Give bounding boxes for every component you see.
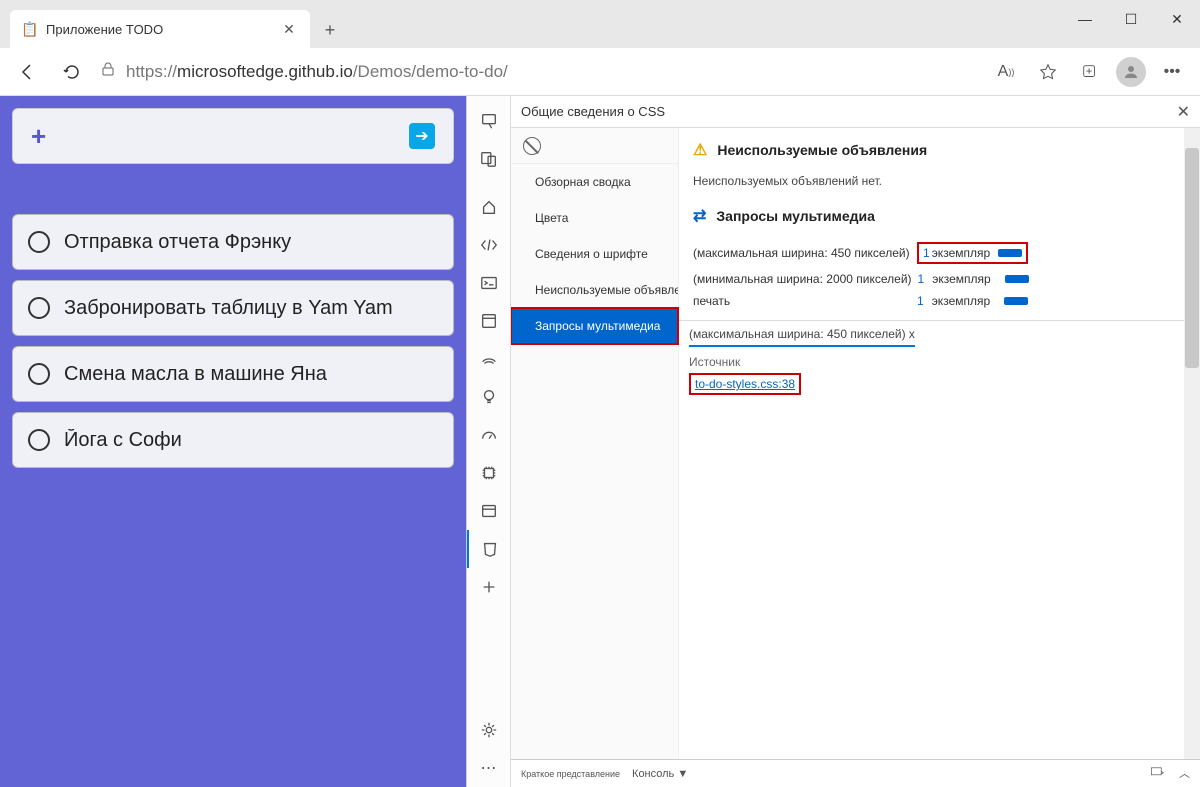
media-query-row[interactable]: печать 1 экземпляр — [693, 294, 1186, 308]
close-panel-icon[interactable]: ✕ — [1177, 102, 1190, 122]
memory-icon[interactable] — [467, 454, 511, 492]
todo-checkbox[interactable] — [28, 297, 50, 319]
sources-icon[interactable] — [467, 302, 511, 340]
new-tab-button[interactable]: + — [314, 14, 346, 46]
todo-item[interactable]: Смена масла в машине Яна — [12, 346, 454, 402]
todo-label: Йога с Софи — [64, 429, 182, 452]
mq-count: 1 — [918, 272, 925, 286]
application-icon[interactable] — [467, 492, 511, 530]
back-button[interactable] — [12, 56, 44, 88]
panel-title: Общие сведения о CSS — [521, 104, 665, 119]
add-icon[interactable]: + — [31, 121, 46, 152]
drawer-console-tab[interactable]: Консоль ▼ — [632, 768, 688, 780]
favorite-button[interactable] — [1032, 56, 1064, 88]
inspect-icon[interactable] — [467, 102, 511, 140]
unused-header: Неиспользуемые объявления — [717, 142, 927, 158]
mq-inst: экземпляр — [932, 272, 990, 286]
lock-icon — [100, 61, 116, 82]
tab-title: Приложение TODO — [46, 22, 272, 37]
collections-button[interactable] — [1074, 56, 1106, 88]
bar-icon — [1005, 275, 1029, 283]
detail-tab[interactable]: (максимальная ширина: 450 пикселей) x — [689, 327, 915, 347]
todo-app: + ➔ Отправка отчета Фрэнку Забронировать… — [0, 96, 466, 787]
mq-inst: экземпляр — [932, 294, 990, 308]
add-todo-row: + ➔ — [12, 108, 454, 164]
clear-icon — [523, 137, 541, 155]
todo-checkbox[interactable] — [28, 429, 50, 451]
mq-label: печать — [693, 294, 911, 308]
minimize-button[interactable]: ― — [1062, 0, 1108, 38]
add-tool-icon[interactable] — [467, 568, 511, 606]
nav-unused[interactable]: Неиспользуемые объявления — [511, 272, 678, 308]
media-query-row[interactable]: (минимальная ширина: 2000 пикселей) 1 экз… — [693, 272, 1186, 286]
scrollbar-thumb[interactable] — [1185, 148, 1199, 368]
bar-icon — [1004, 297, 1028, 305]
elements-icon[interactable] — [467, 226, 511, 264]
more-tools-icon[interactable]: ⋯ — [467, 749, 511, 787]
highlight-box: 1экземпляр — [917, 242, 1028, 264]
console-icon[interactable] — [467, 264, 511, 302]
css-overview-nav: Обзорная сводка Цвета Сведения о шрифте … — [511, 128, 679, 759]
media-header: Запросы мультимедиа — [716, 208, 875, 224]
todo-item[interactable]: Отправка отчета Фрэнку — [12, 214, 454, 270]
address-bar[interactable]: https://microsoftedge.github.io/Demos/de… — [100, 61, 978, 82]
drawer-label: Краткое представление — [521, 769, 620, 779]
todo-checkbox[interactable] — [28, 231, 50, 253]
todo-item[interactable]: Забронировать таблицу в Yam Yam — [12, 280, 454, 336]
refresh-button[interactable] — [56, 56, 88, 88]
nav-fonts[interactable]: Сведения о шрифте — [511, 236, 678, 272]
profile-avatar[interactable] — [1116, 57, 1146, 87]
todo-label: Отправка отчета Фрэнку — [64, 231, 291, 254]
maximize-button[interactable]: ☐ — [1108, 0, 1154, 38]
settings-icon[interactable] — [467, 711, 511, 749]
warning-icon: ⚠ — [693, 140, 707, 160]
more-button[interactable]: ••• — [1156, 56, 1188, 88]
collapse-drawer-icon[interactable]: ︿ — [1179, 765, 1190, 782]
url-text: https://microsoftedge.github.io/Demos/de… — [126, 62, 508, 82]
css-overview-detail: ⚠ Неиспользуемые объявления Неиспользуемы… — [679, 128, 1200, 759]
nav-media-queries[interactable]: Запросы мультимедиа — [511, 308, 678, 344]
performance-icon[interactable] — [467, 416, 511, 454]
todo-label: Смена масла в машине Яна — [64, 363, 327, 386]
browser-tab[interactable]: 📋 Приложение TODO ✕ — [10, 10, 310, 48]
scrollbar[interactable] — [1184, 128, 1200, 759]
device-icon[interactable] — [467, 140, 511, 178]
css-overview-icon[interactable] — [467, 530, 511, 568]
media-query-row[interactable]: (максимальная ширина: 450 пикселей) 1экз… — [693, 242, 1186, 264]
devtools-toolbar: ⋯ — [467, 96, 511, 787]
arrow-icon: ⇄ — [693, 206, 706, 226]
todo-label: Забронировать таблицу в Yam Yam — [64, 297, 393, 320]
welcome-icon[interactable] — [467, 188, 511, 226]
errors-icon[interactable] — [1149, 765, 1165, 782]
detail-tab-row: (максимальная ширина: 450 пикселей) x — [679, 320, 1200, 347]
highlight-box: to-do-styles.css:38 — [689, 373, 801, 395]
nav-toggle[interactable] — [511, 128, 678, 164]
lightbulb-icon[interactable] — [467, 378, 511, 416]
close-window-button[interactable]: ✕ — [1154, 0, 1200, 38]
source-label: Источник — [689, 355, 1190, 369]
unused-body: Неиспользуемых объявлений нет. — [693, 174, 1186, 188]
todo-item[interactable]: Йога с Софи — [12, 412, 454, 468]
read-aloud-button[interactable]: A)) — [990, 56, 1022, 88]
submit-icon[interactable]: ➔ — [409, 123, 435, 149]
devtools-drawer: Краткое представление Консоль ▼ ︿ — [511, 759, 1200, 787]
nav-overview[interactable]: Обзорная сводка — [511, 164, 678, 200]
page-icon: 📋 — [22, 21, 38, 37]
todo-checkbox[interactable] — [28, 363, 50, 385]
source-link[interactable]: to-do-styles.css:38 — [695, 377, 795, 391]
mq-label: (минимальная ширина: 2000 пикселей) — [693, 272, 912, 286]
devtools-panel: ⋯ Общие сведения о CSS ✕ Обзорная сводка… — [466, 96, 1200, 787]
bar-icon — [998, 249, 1022, 257]
nav-colors[interactable]: Цвета — [511, 200, 678, 236]
network-icon[interactable] — [467, 340, 511, 378]
mq-count: 1 — [917, 294, 924, 308]
close-tab-icon[interactable]: ✕ — [280, 20, 298, 38]
mq-label: (максимальная ширина: 450 пикселей) — [693, 246, 911, 260]
